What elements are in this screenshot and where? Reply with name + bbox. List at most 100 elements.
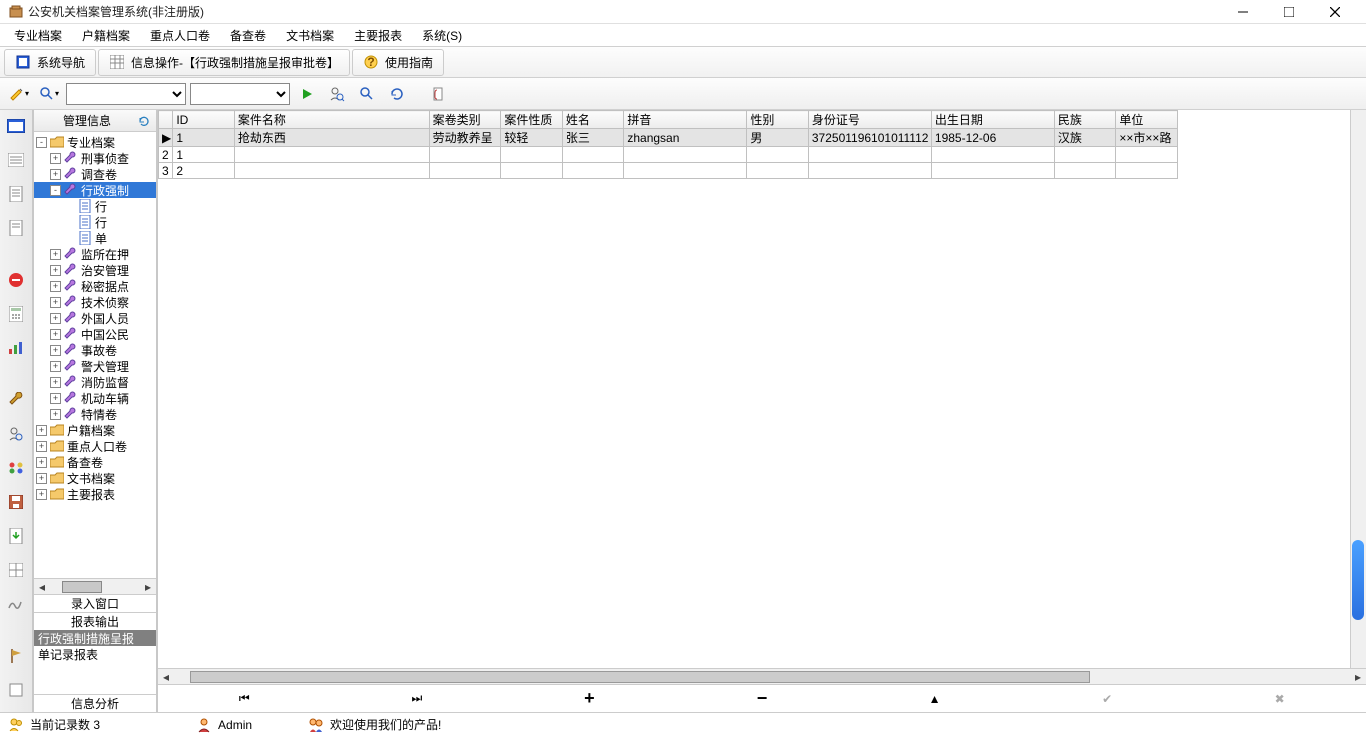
- tree-item[interactable]: +主要报表: [34, 486, 156, 502]
- tab-nav[interactable]: 系统导航: [4, 49, 96, 76]
- strip-window-button[interactable]: [4, 114, 28, 138]
- minimize-button[interactable]: [1220, 0, 1266, 24]
- refresh-button[interactable]: [384, 82, 410, 106]
- tree-item[interactable]: +监所在押: [34, 246, 156, 262]
- user-text: Admin: [218, 718, 252, 732]
- nav-add[interactable]: +: [569, 689, 609, 709]
- menu-professional[interactable]: 专业档案: [4, 25, 72, 46]
- tree-item[interactable]: +机动车辆: [34, 390, 156, 406]
- tree-item[interactable]: +刑事侦查: [34, 150, 156, 166]
- col-header[interactable]: 案件性质: [501, 111, 563, 129]
- strip-doc-button[interactable]: [4, 182, 28, 206]
- strip-import-button[interactable]: [4, 524, 28, 548]
- nav-remove[interactable]: −: [742, 689, 782, 709]
- tree-item[interactable]: +外国人员: [34, 310, 156, 326]
- nav-up[interactable]: ▲: [915, 689, 955, 709]
- tree-item[interactable]: +技术侦察: [34, 294, 156, 310]
- nav-confirm[interactable]: ✔: [1087, 689, 1127, 709]
- tab-guide[interactable]: ? 使用指南: [352, 49, 444, 76]
- tree-item[interactable]: 行: [34, 198, 156, 214]
- grid[interactable]: ID案件名称案卷类别案件性质姓名拼音性别身份证号出生日期民族单位▶11抢劫东西劳…: [158, 110, 1350, 668]
- nav-last[interactable]: ⏭: [397, 689, 437, 709]
- zoom-button[interactable]: ▾: [36, 82, 62, 106]
- tree-item[interactable]: +特情卷: [34, 406, 156, 422]
- strip-calc-button[interactable]: [4, 302, 28, 326]
- tree-item[interactable]: +中国公民: [34, 326, 156, 342]
- col-header[interactable]: 民族: [1054, 111, 1116, 129]
- nav-cancel[interactable]: ✖: [1260, 689, 1300, 709]
- menu-system[interactable]: 系统(S): [412, 25, 472, 46]
- tree-item[interactable]: +治安管理: [34, 262, 156, 278]
- table-row[interactable]: 32: [159, 163, 1178, 179]
- strip-flag-button[interactable]: [4, 644, 28, 668]
- col-header[interactable]: 出生日期: [931, 111, 1054, 129]
- strip-squiggle-button[interactable]: [4, 592, 28, 616]
- stack-item-0[interactable]: 行政强制措施呈报: [34, 630, 156, 646]
- tree-item[interactable]: +事故卷: [34, 342, 156, 358]
- col-header[interactable]: 身份证号: [808, 111, 931, 129]
- strip-find-person-button[interactable]: [4, 422, 28, 446]
- panel-refresh-button[interactable]: [136, 113, 152, 129]
- strip-wrench-button[interactable]: [4, 388, 28, 412]
- strip-save-button[interactable]: [4, 490, 28, 514]
- col-header[interactable]: 拼音: [624, 111, 747, 129]
- grid-hscroll[interactable]: ◂▸: [158, 668, 1366, 684]
- strip-doc2-button[interactable]: [4, 216, 28, 240]
- maximize-button[interactable]: [1266, 0, 1312, 24]
- tree-item[interactable]: +警犬管理: [34, 358, 156, 374]
- menu-keypop[interactable]: 重点人口卷: [140, 25, 220, 46]
- tree-item[interactable]: +备查卷: [34, 454, 156, 470]
- strip-list-button[interactable]: [4, 148, 28, 172]
- tree-item[interactable]: 单: [34, 230, 156, 246]
- strip-blank-button[interactable]: [4, 678, 28, 702]
- col-header[interactable]: 性别: [747, 111, 809, 129]
- filter-combo-1[interactable]: [66, 83, 186, 105]
- tree-item[interactable]: -行政强制: [34, 182, 156, 198]
- col-header[interactable]: ID: [173, 111, 235, 129]
- edit-button[interactable]: ▾: [6, 82, 32, 106]
- run-button[interactable]: [294, 82, 320, 106]
- tree-item[interactable]: 行: [34, 214, 156, 230]
- strip-chart-button[interactable]: [4, 336, 28, 360]
- col-header[interactable]: 案件名称: [234, 111, 429, 129]
- tree-item[interactable]: +秘密据点: [34, 278, 156, 294]
- app-icon: [8, 4, 24, 20]
- tree-item[interactable]: +重点人口卷: [34, 438, 156, 454]
- stack-item-1[interactable]: 单记录报表: [34, 646, 156, 662]
- table-row[interactable]: ▶11抢劫东西劳动教养呈较轻张三zhangsan男372501196101011…: [159, 129, 1178, 147]
- gridarea: ID案件名称案卷类别案件性质姓名拼音性别身份证号出生日期民族单位▶11抢劫东西劳…: [158, 110, 1366, 712]
- floating-scroll[interactable]: [1352, 540, 1364, 620]
- stack-input[interactable]: 录入窗口: [34, 594, 156, 612]
- tree-item[interactable]: +消防监督: [34, 374, 156, 390]
- col-header[interactable]: 姓名: [562, 111, 624, 129]
- filter-combo-2[interactable]: [190, 83, 290, 105]
- tab-guide-label: 使用指南: [385, 54, 433, 71]
- tree-hscroll[interactable]: ◂▸: [34, 578, 156, 594]
- records-text: 当前记录数 3: [30, 716, 100, 733]
- strip-grid-button[interactable]: [4, 558, 28, 582]
- menu-docs[interactable]: 文书档案: [276, 25, 344, 46]
- svg-text:?: ?: [367, 55, 374, 69]
- nav-first[interactable]: ⏮: [224, 689, 264, 709]
- strip-colors-button[interactable]: [4, 456, 28, 480]
- col-header[interactable]: 案卷类别: [429, 111, 501, 129]
- attach-button[interactable]: [426, 82, 452, 106]
- col-header[interactable]: 单位: [1116, 111, 1178, 129]
- table-row[interactable]: 21: [159, 147, 1178, 163]
- stack-analysis[interactable]: 信息分析: [34, 694, 156, 712]
- strip-stop-button[interactable]: [4, 268, 28, 292]
- tree-item[interactable]: +文书档案: [34, 470, 156, 486]
- user-icon: [196, 717, 212, 733]
- tree-item[interactable]: +户籍档案: [34, 422, 156, 438]
- menu-check[interactable]: 备查卷: [220, 25, 276, 46]
- search-button[interactable]: [354, 82, 380, 106]
- close-button[interactable]: [1312, 0, 1358, 24]
- tree[interactable]: -专业档案+刑事侦查+调查卷-行政强制行行单+监所在押+治安管理+秘密据点+技术…: [34, 132, 156, 578]
- tab-info[interactable]: 信息操作-【行政强制措施呈报审批卷】: [98, 49, 350, 76]
- tree-item[interactable]: -专业档案: [34, 134, 156, 150]
- stack-report[interactable]: 报表输出: [34, 612, 156, 630]
- search-person-button[interactable]: [324, 82, 350, 106]
- tree-item[interactable]: +调查卷: [34, 166, 156, 182]
- menu-reports[interactable]: 主要报表: [344, 25, 412, 46]
- menu-household[interactable]: 户籍档案: [72, 25, 140, 46]
